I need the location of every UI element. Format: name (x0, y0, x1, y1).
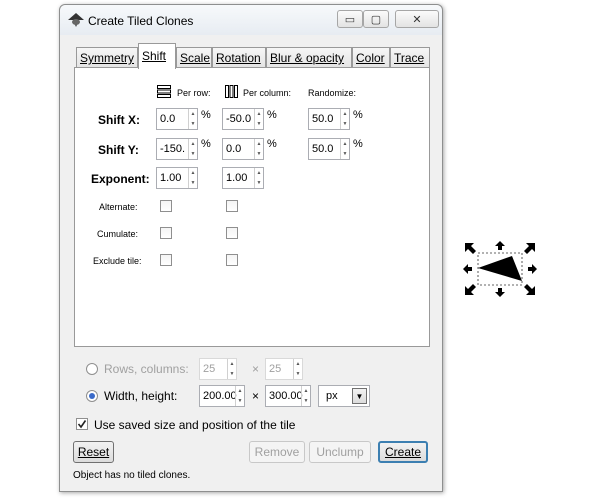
spin-arrows[interactable]: ▲ ▼ (340, 139, 349, 159)
height-input[interactable]: 300.00 ▲ ▼ (265, 385, 311, 407)
exclude-tile-label: Exclude tile: (93, 256, 142, 266)
close-button[interactable]: ✕ (395, 10, 439, 28)
cumulate-label: Cumulate: (97, 229, 139, 239)
spin-arrows[interactable]: ▲ ▼ (254, 109, 263, 129)
shift-y-randomize-input[interactable]: 50.0 ▲ ▼ (308, 138, 350, 160)
per-row-header: Per row: (177, 88, 211, 98)
unclump-button[interactable]: Unclump (309, 441, 371, 463)
title-bar[interactable]: Create Tiled Clones ▭ ▢ ✕ (60, 5, 442, 35)
shift-x-randomize-input[interactable]: 50.0 ▲ ▼ (308, 108, 350, 130)
checkmark-icon (77, 420, 87, 429)
spin-arrows[interactable]: ▲ ▼ (254, 139, 263, 159)
width-height-label: Width, height: (104, 389, 178, 403)
tab-color[interactable]: Color (352, 47, 390, 68)
unit-select[interactable]: px ▼ (318, 385, 370, 407)
use-saved-size-label: Use saved size and position of the tile (94, 418, 296, 432)
per-row-icon (157, 85, 171, 98)
columns-input[interactable]: 25 ▲ ▼ (265, 358, 303, 380)
percent-sign: % (353, 138, 363, 150)
tab-trace[interactable]: Trace (390, 47, 430, 68)
exponent-per-row-input[interactable]: 1.00 ▲ ▼ (156, 167, 198, 189)
window-title: Create Tiled Clones (88, 14, 194, 28)
shift-panel: Per row: Per column: Randomize: Shift X:… (74, 67, 430, 347)
minimize-icon: ▭ (344, 13, 356, 26)
rows-input[interactable]: 25 ▲ ▼ (199, 358, 237, 380)
spin-arrows[interactable]: ▲ ▼ (340, 109, 349, 129)
remove-button[interactable]: Remove (249, 441, 305, 463)
spin-arrows[interactable]: ▲ ▼ (188, 168, 197, 188)
shift-x-per-column-input[interactable]: -50.0 ▲ ▼ (222, 108, 264, 130)
create-button[interactable]: Create (378, 441, 428, 463)
chevron-down-icon[interactable]: ▼ (352, 388, 367, 404)
percent-sign: % (267, 109, 277, 121)
maximize-button[interactable]: ▢ (363, 10, 389, 28)
minimize-button[interactable]: ▭ (337, 10, 363, 28)
shift-y-per-column-input[interactable]: 0.0 ▲ ▼ (222, 138, 264, 160)
percent-sign: % (353, 109, 363, 121)
tab-scale[interactable]: Scale (176, 47, 212, 68)
shift-x-per-row-input[interactable]: 0.0 ▲ ▼ (156, 108, 198, 130)
exclude-tile-per-column-checkbox[interactable] (226, 254, 238, 266)
tab-shift[interactable]: Shift (138, 43, 176, 69)
shift-y-per-row-input[interactable]: -150. ▲ ▼ (156, 138, 198, 160)
randomize-header: Randomize: (308, 88, 357, 98)
per-column-icon (225, 85, 238, 98)
times-sign: × (252, 389, 260, 403)
cumulate-per-column-checkbox[interactable] (226, 227, 238, 239)
status-text: Object has no tiled clones. (73, 470, 191, 481)
cumulate-per-row-checkbox[interactable] (160, 227, 172, 239)
spin-arrows[interactable]: ▲ ▼ (301, 386, 310, 406)
maximize-icon: ▢ (370, 13, 382, 26)
percent-sign: % (201, 109, 211, 121)
alternate-per-column-checkbox[interactable] (226, 200, 238, 212)
reset-button[interactable]: Reset (73, 441, 114, 463)
inkscape-icon (68, 13, 84, 27)
shift-y-label: Shift Y: (98, 143, 139, 157)
percent-sign: % (267, 138, 277, 150)
spin-arrows[interactable]: ▲ ▼ (235, 386, 244, 406)
tab-bar: Symmetry Shift Scale Rotation Blur & opa… (74, 43, 430, 69)
per-column-header: Per column: (243, 88, 292, 98)
width-height-radio[interactable] (86, 390, 98, 402)
exclude-tile-per-row-checkbox[interactable] (160, 254, 172, 266)
tab-symmetry[interactable]: Symmetry (76, 47, 138, 68)
rows-columns-label: Rows, columns: (104, 362, 189, 376)
shift-x-label: Shift X: (98, 113, 140, 127)
create-tiled-clones-dialog: Create Tiled Clones ▭ ▢ ✕ Symmetry Shift… (59, 4, 443, 492)
percent-sign: % (201, 138, 211, 150)
spin-arrows[interactable]: ▲ ▼ (188, 109, 197, 129)
tab-rotation[interactable]: Rotation (212, 47, 266, 68)
tab-blur-opacity[interactable]: Blur & opacity (266, 47, 352, 68)
spin-arrows[interactable]: ▲ ▼ (188, 139, 197, 159)
close-icon: ✕ (412, 13, 422, 26)
spin-arrows[interactable]: ▲ ▼ (254, 168, 263, 188)
spin-arrows[interactable]: ▲ ▼ (293, 359, 302, 379)
exponent-per-column-input[interactable]: 1.00 ▲ ▼ (222, 167, 264, 189)
times-sign: × (252, 362, 260, 376)
alternate-label: Alternate: (99, 202, 138, 212)
selected-triangle-object[interactable] (462, 240, 538, 298)
width-input[interactable]: 200.00 ▲ ▼ (199, 385, 245, 407)
alternate-per-row-checkbox[interactable] (160, 200, 172, 212)
rows-columns-radio[interactable] (86, 363, 98, 375)
use-saved-size-checkbox[interactable] (76, 418, 88, 430)
exponent-label: Exponent: (91, 172, 150, 186)
spin-arrows[interactable]: ▲ ▼ (227, 359, 236, 379)
